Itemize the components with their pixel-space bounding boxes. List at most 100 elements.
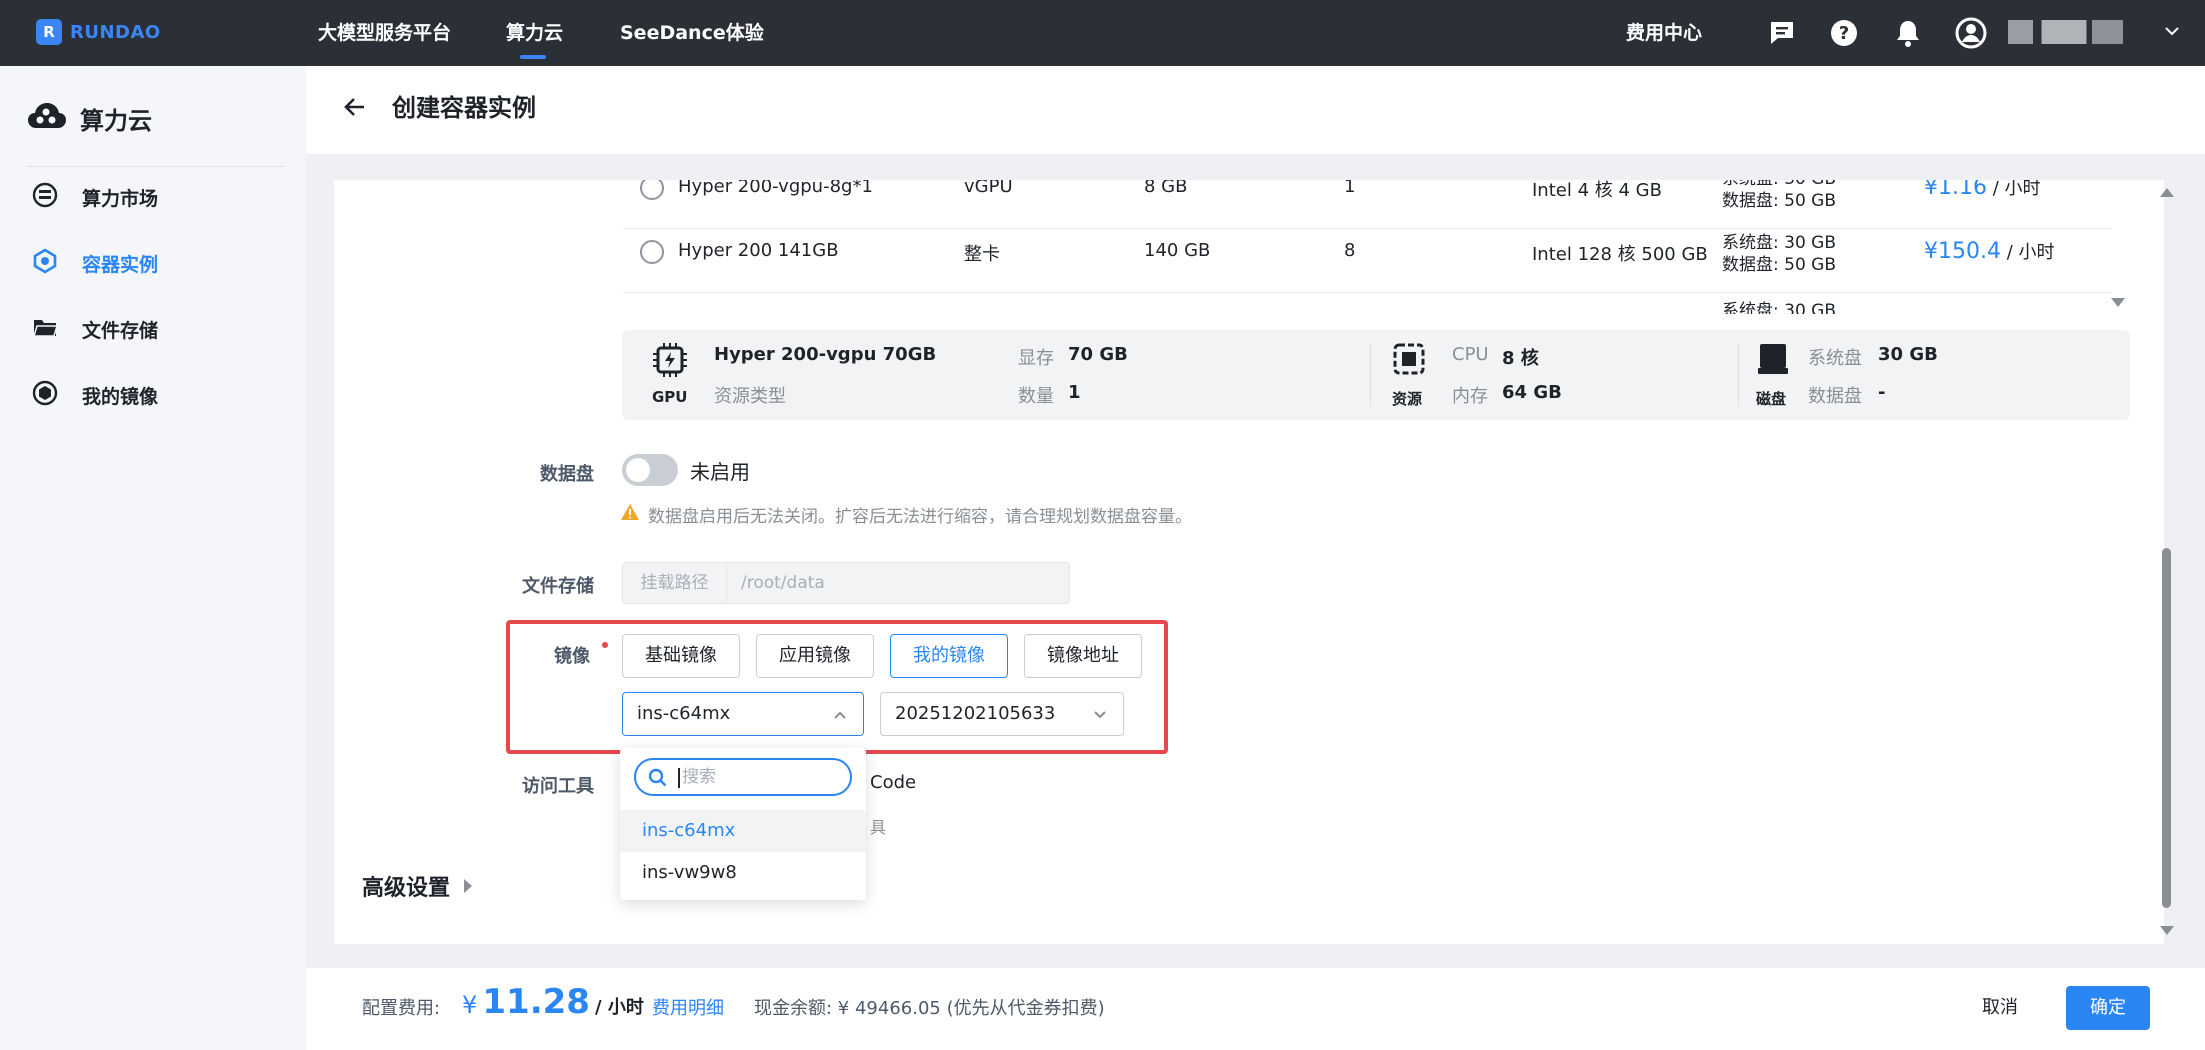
price-symbol: ¥ <box>1924 239 1938 264</box>
logo-text: RUNDAO <box>70 21 161 43</box>
message-icon[interactable] <box>1766 17 1798 49</box>
price-symbol: ¥ <box>1924 180 1938 200</box>
sidebar-item-label: 文件存储 <box>82 319 159 342</box>
advanced-settings-toggle[interactable]: 高级设置 <box>362 870 473 902</box>
resource-disks: 系统盘: 30 GB 数据盘: 50 GB <box>1722 180 1836 212</box>
sidebar-item-label: 我的镜像 <box>82 385 159 408</box>
sidebar-item-file-storage[interactable]: 文件存储 <box>32 312 158 346</box>
gpu-chip-icon <box>652 342 688 382</box>
tab-base-image[interactable]: 基础镜像 <box>622 634 740 678</box>
nav-model-platform[interactable]: 大模型服务平台 <box>318 18 451 48</box>
list-scroll-down-icon[interactable] <box>2111 298 2125 307</box>
data-disk: 数据盘: 50 GB <box>1722 191 1837 211</box>
row-radio[interactable] <box>640 240 664 264</box>
back-arrow-icon[interactable] <box>342 94 368 124</box>
disk-icon <box>1756 342 1790 380</box>
count-value: 1 <box>1068 382 1081 403</box>
logo[interactable]: R RUNDAO <box>36 18 161 46</box>
resource-icon-label: 资源 <box>1392 390 1423 408</box>
tab-image-address[interactable]: 镜像地址 <box>1024 634 1142 678</box>
text-cursor <box>678 768 680 788</box>
sidebar-item-my-images[interactable]: 我的镜像 <box>32 378 158 412</box>
table-row[interactable]: Hyper 200-vgpu-8g*1 vGPU 8 GB 1 Intel 4 … <box>622 180 2112 220</box>
chevron-up-icon <box>831 706 849 729</box>
resource-disks: 系统盘: 30 GB 数据盘: 50 GB <box>1722 232 1836 276</box>
image-version-value: 20251202105633 <box>895 703 1056 724</box>
data-disk-toggle[interactable] <box>622 454 678 486</box>
sidebar: 算力云 算力市场 容器实例 文件存储 我的镜像 <box>0 66 306 1050</box>
table-row[interactable]: Hyper 200 141GB 整卡 140 GB 8 Intel 128 核 … <box>622 220 2112 284</box>
resource-cpu: Intel 4 核 4 GB <box>1532 180 1662 201</box>
sidebar-item-compute-market[interactable]: 算力市场 <box>32 180 158 214</box>
system-disk-value: 30 GB <box>1878 344 1938 365</box>
nav-active-indicator <box>520 55 546 59</box>
cloud-icon <box>26 98 66 138</box>
data-disk-warning: 数据盘启用后无法关闭。扩容后无法进行缩容，请合理规划数据盘容量。 <box>620 502 1192 527</box>
mount-path-prefix: 挂载路径 <box>623 563 727 603</box>
tab-app-image[interactable]: 应用镜像 <box>756 634 874 678</box>
divider <box>1370 344 1371 406</box>
cpu-icon <box>1392 342 1426 380</box>
cancel-button[interactable]: 取消 <box>1960 986 2040 1030</box>
chevron-down-icon[interactable] <box>2163 22 2181 44</box>
nav-compute-cloud[interactable]: 算力云 <box>506 18 563 48</box>
count-label: 数量 <box>1018 386 1054 407</box>
help-icon[interactable]: ? <box>1828 17 1860 49</box>
selected-resource-summary: GPU Hyper 200-vgpu 70GB 资源类型 显存 70 GB 数量… <box>622 330 2130 420</box>
nav-seedance[interactable]: SeeDance体验 <box>620 18 764 48</box>
toggle-status-text: 未启用 <box>690 460 750 484</box>
dropdown-option[interactable]: ins-vw9w8 <box>620 852 866 894</box>
memory-label: 内存 <box>1452 386 1488 407</box>
toggle-knob <box>626 458 650 482</box>
summary-gpu-sub: 资源类型 <box>714 386 786 407</box>
price-value: 1.16 <box>1938 180 1987 200</box>
fee-detail-link[interactable]: 费用明细 <box>652 994 724 1020</box>
user-avatar-icon[interactable] <box>1955 17 1987 49</box>
scrollbar-thumb[interactable] <box>2162 548 2171 908</box>
server-icon <box>32 182 58 213</box>
hexagon-icon <box>32 247 58 279</box>
required-marker <box>602 642 608 648</box>
page-header: 创建容器实例 <box>306 66 2205 154</box>
system-disk: 系统盘: 30 GB <box>1722 180 1836 190</box>
currency-symbol: ¥ <box>462 991 478 1019</box>
billing-center-link[interactable]: 费用中心 <box>1626 18 1702 48</box>
cube-icon <box>32 380 58 411</box>
dropdown-option[interactable]: ins-c64mx <box>620 810 866 852</box>
dropdown-search-box[interactable] <box>634 758 852 796</box>
confirm-button[interactable]: 确定 <box>2066 986 2150 1030</box>
access-tool-option-partial[interactable]: Code <box>870 772 916 793</box>
user-name-redacted[interactable]: ████ ███ <box>2008 20 2148 44</box>
resource-memory: 140 GB <box>1144 240 1211 261</box>
resource-price: ¥1.16 / 小时 <box>1924 180 2041 200</box>
disk-icon-label: 磁盘 <box>1756 390 1787 408</box>
warning-icon <box>620 503 640 526</box>
price-unit: / 小时 <box>2000 242 2055 263</box>
image-version-select[interactable]: 20251202105633 <box>880 692 1124 736</box>
resource-cpu: Intel 128 核 500 GB <box>1532 244 1708 265</box>
sidebar-item-container-instance[interactable]: 容器实例 <box>32 246 158 280</box>
search-icon <box>648 768 668 792</box>
row-radio[interactable] <box>640 180 664 200</box>
resource-type: 整卡 <box>964 244 1000 265</box>
scroll-up-icon[interactable] <box>2160 188 2174 197</box>
image-select[interactable]: ins-c64mx <box>622 692 864 736</box>
data-disk-value: - <box>1878 382 1886 403</box>
table-row-partial: 系统盘: 30 GB <box>1722 300 1836 314</box>
scroll-down-icon[interactable] <box>2160 926 2174 935</box>
sidebar-item-label: 容器实例 <box>82 253 159 276</box>
resource-name: Hyper 200-vgpu-8g*1 <box>678 180 873 197</box>
price-value: 150.4 <box>1938 239 2001 264</box>
cash-balance: 现金余额: ¥ 49466.05 (优先从代金券扣费) <box>754 998 1105 1019</box>
resource-count: 8 <box>1344 240 1356 261</box>
notification-bell-icon[interactable] <box>1892 17 1924 49</box>
divider <box>1738 344 1739 406</box>
dropdown-search-input[interactable] <box>682 760 832 794</box>
file-storage-label: 文件存储 <box>522 576 594 597</box>
footer-bar: 配置费用: ¥ 11.28 / 小时 费用明细 现金余额: ¥ 49466.05… <box>306 968 2205 1050</box>
svg-text:?: ? <box>1839 23 1849 44</box>
memory-value: 64 GB <box>1502 382 1562 403</box>
sidebar-title: 算力云 <box>80 106 152 135</box>
tab-my-image[interactable]: 我的镜像 <box>890 634 1008 678</box>
advanced-settings-label: 高级设置 <box>362 876 451 901</box>
